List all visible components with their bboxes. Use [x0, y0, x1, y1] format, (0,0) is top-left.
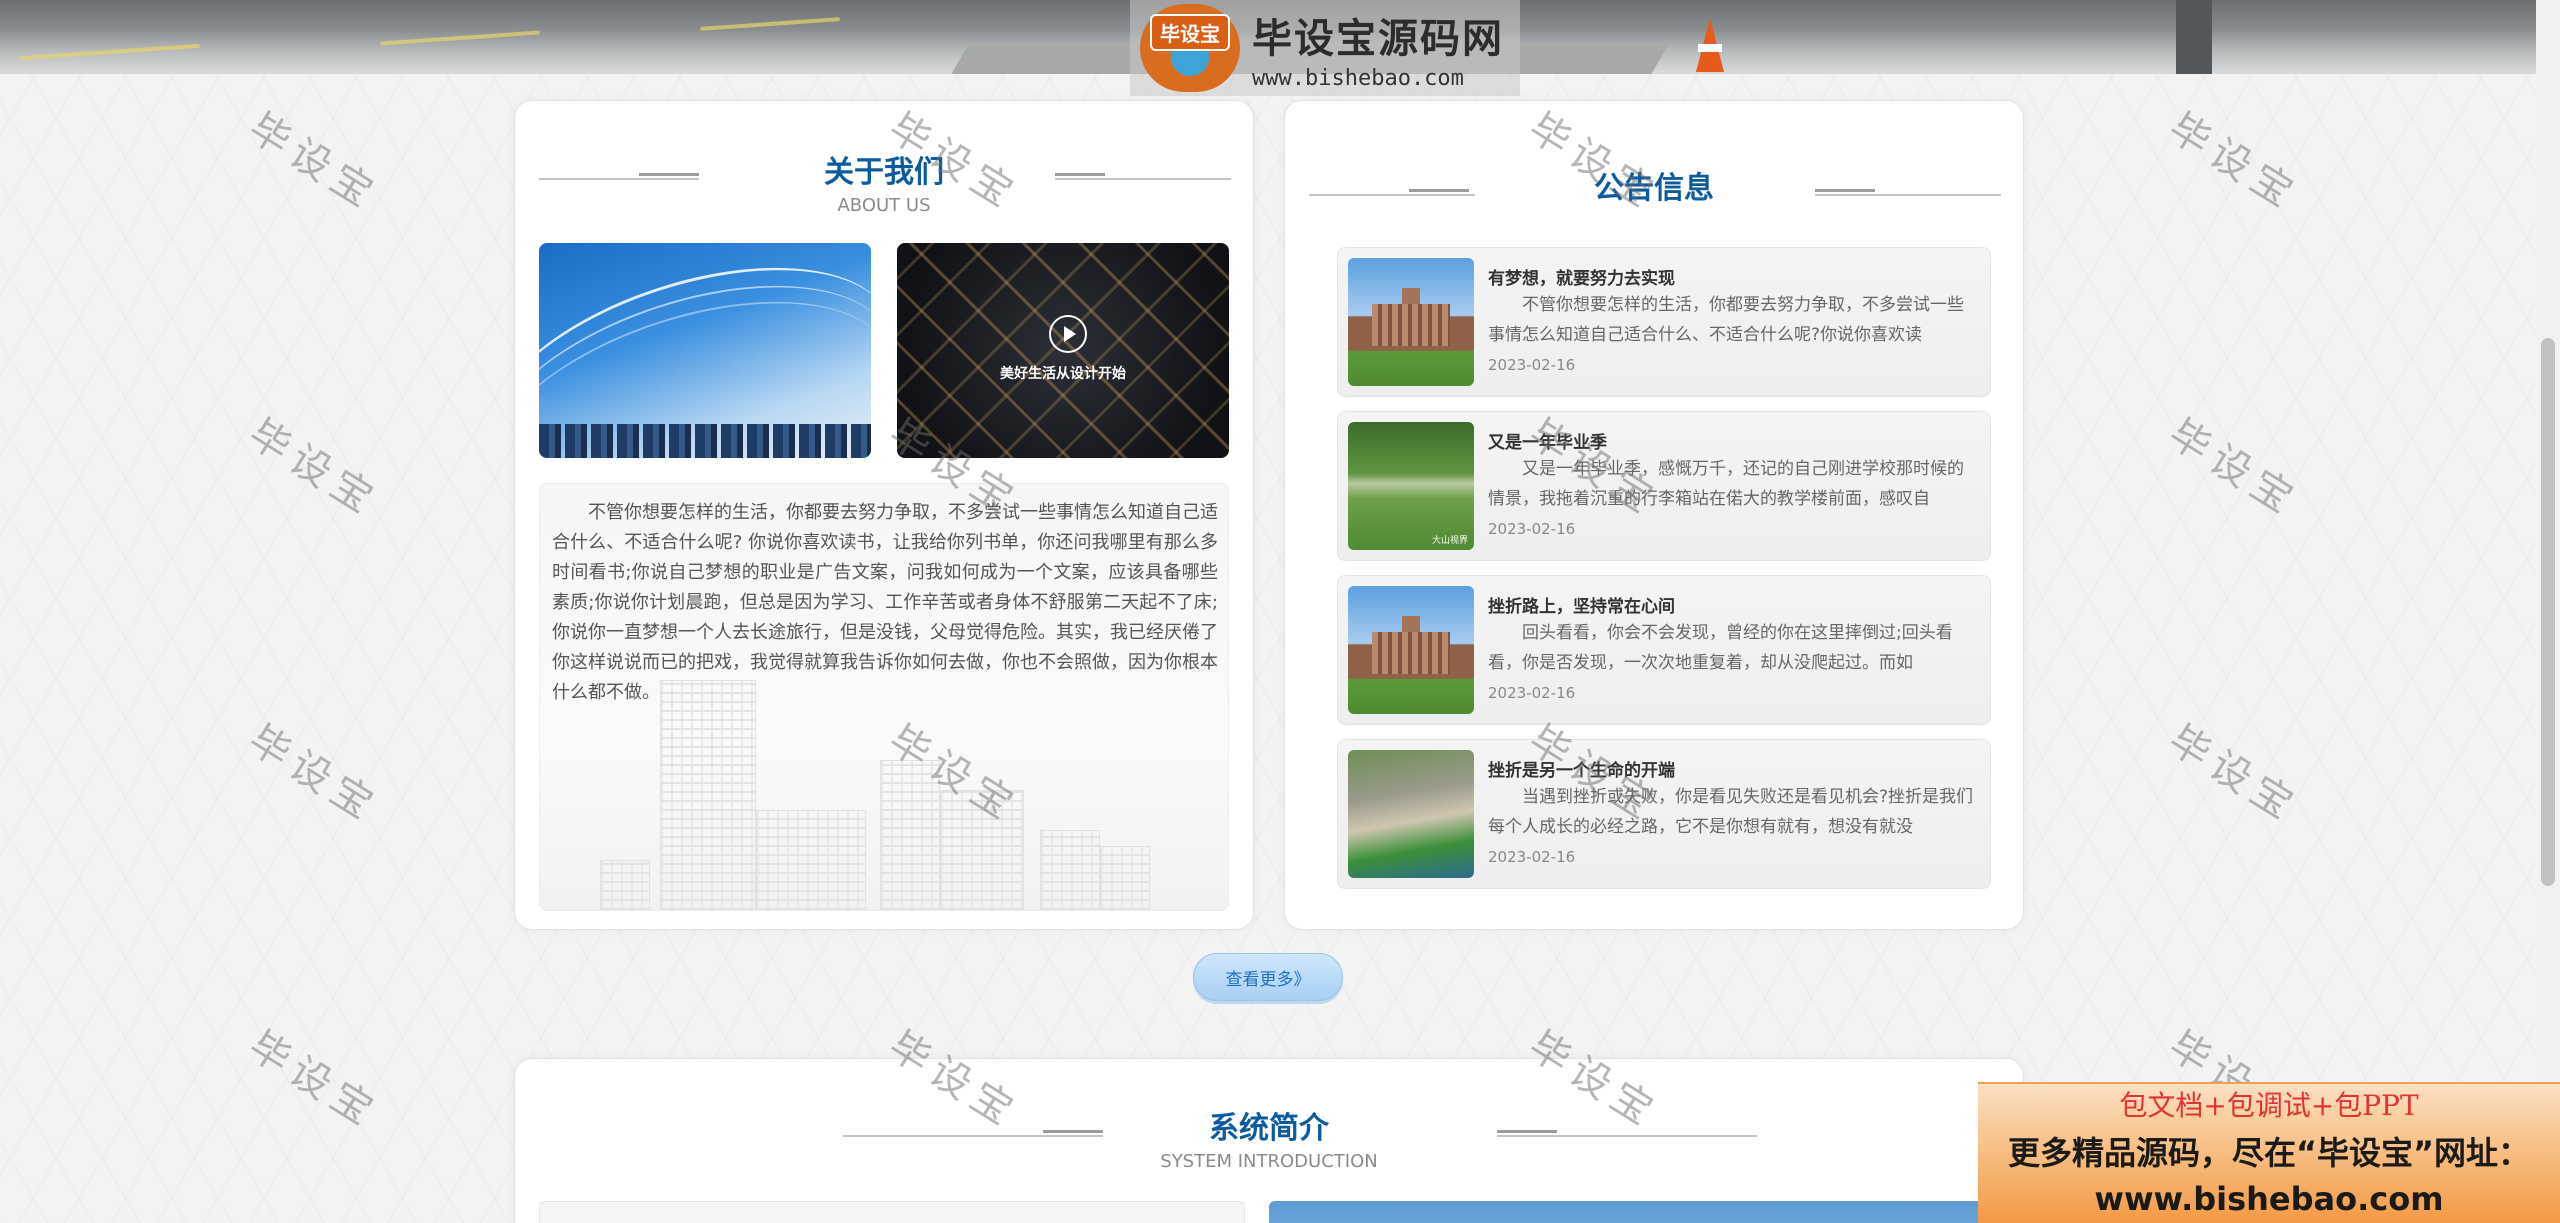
- about-text-box: 不管你想要怎样的生活，你都要去努力争取，不多尝试一些事情怎么知道自己适合什么、不…: [539, 483, 1229, 911]
- about-subtitle: ABOUT US: [837, 195, 931, 216]
- notice-item-title[interactable]: 有梦想，就要努力去实现: [1488, 264, 1675, 289]
- system-title: 系统简介: [1209, 1111, 1329, 1146]
- notice-item[interactable]: 挫折是另一个生命的开端 当遇到挫折或失败，你是看见失败还是看见机会?挫折是我们每…: [1337, 739, 1991, 889]
- watermark: 毕设宝: [2160, 410, 2308, 527]
- scrollbar-thumb[interactable]: [2541, 338, 2555, 886]
- logo-badge-text: 毕设宝: [1150, 14, 1230, 51]
- logo-title: 毕设宝源码网: [1252, 15, 1504, 62]
- about-title: 关于我们: [824, 155, 944, 190]
- notice-item-date: 2023-02-16: [1488, 356, 1576, 374]
- notice-item-desc: 回头看看，你会不会发现，曾经的你在这里摔倒过;回头看看，你是否发现，一次次地重复…: [1488, 623, 1953, 673]
- notice-title: 公告信息: [1594, 171, 1714, 206]
- notice-item-title[interactable]: 挫折路上，坚持常在心间: [1488, 592, 1675, 617]
- notice-item-title[interactable]: 挫折是另一个生命的开端: [1488, 756, 1675, 781]
- notice-thumbnail[interactable]: [1348, 750, 1474, 878]
- notice-item-date: 2023-02-16: [1488, 684, 1576, 702]
- watermark: 毕设宝: [2160, 716, 2308, 833]
- about-section: 关于我们 ABOUT US 美好生活从设计开始 不管你想要怎样的生活，你都要去努…: [514, 100, 1254, 930]
- video-caption: 美好生活从设计开始: [1000, 366, 1126, 382]
- watermark: 毕设宝: [240, 1022, 388, 1139]
- notice-item[interactable]: 挫折路上，坚持常在心间 回头看看，你会不会发现，曾经的你在这里摔倒过;回头看看，…: [1337, 575, 1991, 725]
- thumbnail-label: 大山视界: [1431, 536, 1468, 546]
- notice-item-date: 2023-02-16: [1488, 520, 1576, 538]
- promo-line-3: www.bishebao.com: [2094, 1180, 2444, 1218]
- promo-line-1: 包文档+包调试+包PPT: [2119, 1089, 2419, 1122]
- notice-item-title[interactable]: 又是一年毕业季: [1488, 428, 1607, 453]
- notice-thumbnail[interactable]: 大山视界: [1348, 422, 1474, 550]
- notice-item[interactable]: 大山视界 又是一年毕业季 又是一年毕业季，感慨万千，还记的自己刚进学校那时候的情…: [1337, 411, 1991, 561]
- about-video-thumbnail[interactable]: 美好生活从设计开始: [897, 243, 1229, 458]
- watermark: 毕设宝: [240, 716, 388, 833]
- watermark: 毕设宝: [240, 410, 388, 527]
- notice-item-desc: 不管你想要怎样的生活，你都要去努力争取，不多尝试一些事情怎么知道自己适合什么、不…: [1488, 295, 1964, 345]
- promo-banner[interactable]: 包文档+包调试+包PPT 更多精品源码，尽在“毕设宝”网址： www.bishe…: [1978, 1082, 2560, 1223]
- about-image-left[interactable]: [539, 243, 871, 458]
- site-logo[interactable]: 毕设宝 毕设宝源码网 www.bishebao.com: [1130, 0, 1520, 96]
- promo-line-2: 更多精品源码，尽在“毕设宝”网址：: [2007, 1134, 2531, 1172]
- system-image-left: [539, 1201, 1245, 1223]
- about-description: 不管你想要怎样的生活，你都要去努力争取，不多尝试一些事情怎么知道自己适合什么、不…: [552, 502, 1219, 703]
- notice-item[interactable]: 有梦想，就要努力去实现 不管你想要怎样的生活，你都要去努力争取，不多尝试一些事情…: [1337, 247, 1991, 397]
- notice-item-date: 2023-02-16: [1488, 848, 1576, 866]
- notice-thumbnail[interactable]: [1348, 258, 1474, 386]
- notice-thumbnail[interactable]: [1348, 586, 1474, 714]
- system-subtitle: SYSTEM INTRODUCTION: [1160, 1151, 1378, 1172]
- logo-badge-icon: 毕设宝: [1140, 4, 1240, 92]
- view-more-button[interactable]: 查看更多》: [1193, 953, 1343, 1001]
- notice-item-desc: 又是一年毕业季，感慨万千，还记的自己刚进学校那时候的情景，我拖着沉重的行李箱站在…: [1488, 459, 1964, 509]
- watermark: 毕设宝: [2160, 104, 2308, 221]
- system-intro-section: 系统简介 SYSTEM INTRODUCTION: [514, 1058, 2024, 1223]
- play-icon[interactable]: [1049, 315, 1087, 353]
- notice-section: 公告信息 有梦想，就要努力去实现 不管你想要怎样的生活，你都要去努力争取，不多尝…: [1284, 100, 2024, 930]
- watermark: 毕设宝: [240, 104, 388, 221]
- logo-url: www.bishebao.com: [1252, 65, 1464, 91]
- system-image-right: [1269, 1201, 2009, 1223]
- notice-item-desc: 当遇到挫折或失败，你是看见失败还是看见机会?挫折是我们每个人成长的必经之路，它不…: [1488, 787, 1974, 837]
